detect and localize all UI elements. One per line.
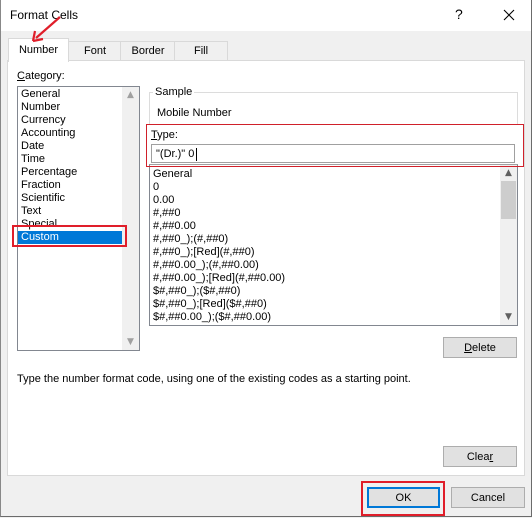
category-item-number[interactable]: Number xyxy=(18,101,139,114)
tab-font-label: Font xyxy=(83,45,106,57)
format-code-item[interactable]: $#,##0_);($#,##0) xyxy=(150,285,517,298)
category-label-text: ategory: xyxy=(24,70,65,82)
sample-value: Mobile Number xyxy=(157,107,232,119)
format-code-item[interactable]: #,##0_);(#,##0) xyxy=(150,233,517,246)
format-code-item[interactable]: #,##0.00_);(#,##0.00) xyxy=(150,259,517,272)
scroll-up-icon[interactable]: ▲ xyxy=(122,90,139,100)
category-item-accounting[interactable]: Accounting xyxy=(18,127,139,140)
category-list[interactable]: General Number Currency Accounting Date Time P… xyxy=(17,86,140,351)
clear-accel: r xyxy=(489,451,494,463)
format-code-item[interactable]: #,##0.00 xyxy=(150,220,517,233)
category-item-time[interactable]: Time xyxy=(18,153,139,166)
type-input-value: "(Dr.)" 0 xyxy=(156,148,195,160)
category-item-special[interactable]: Special xyxy=(18,218,139,231)
format-cells-dialog: Format Cells ? Number Font Border Fill C… xyxy=(0,0,532,517)
format-code-item[interactable]: $#,##0_);[Red]($#,##0) xyxy=(150,298,517,311)
sample-label: Sample xyxy=(153,86,195,98)
delete-label: elete xyxy=(472,342,496,354)
format-code-item[interactable]: 0.00 xyxy=(150,194,517,207)
type-label-text: ype: xyxy=(157,129,178,141)
tab-border[interactable]: Border xyxy=(120,41,176,61)
ok-button[interactable]: OK xyxy=(367,487,440,508)
tab-border-label: Border xyxy=(131,45,165,57)
delete-button[interactable]: Delete xyxy=(443,337,517,358)
scroll-up-icon[interactable]: ▲ xyxy=(500,168,517,178)
category-item-percentage[interactable]: Percentage xyxy=(18,166,139,179)
format-code-item[interactable]: #,##0.00_);[Red](#,##0.00) xyxy=(150,272,517,285)
tab-fill-label: Fill xyxy=(193,45,209,57)
format-code-item[interactable]: General xyxy=(150,168,517,181)
text-caret xyxy=(196,147,198,161)
category-item-fraction[interactable]: Fraction xyxy=(18,179,139,192)
format-code-list[interactable]: General 0 0.00 #,##0 #,##0.00 #,##0_);(#,##0)… xyxy=(149,164,518,326)
format-code-item[interactable]: #,##0 xyxy=(150,207,517,220)
category-scrollbar[interactable]: ▲ ▼ xyxy=(122,87,139,350)
category-items: General Number Currency Accounting Date Time P… xyxy=(18,87,139,244)
help-button[interactable]: ? xyxy=(455,6,463,22)
category-accel: C xyxy=(17,70,25,82)
annotation-arrow-icon xyxy=(31,16,61,43)
clear-button[interactable]: Clear xyxy=(443,446,517,467)
clear-label: Clea xyxy=(466,451,490,463)
format-code-item[interactable]: #,##0_);[Red](#,##0) xyxy=(150,246,517,259)
close-icon[interactable] xyxy=(497,4,521,26)
format-code-item[interactable]: 0 xyxy=(150,181,517,194)
cancel-button[interactable]: Cancel xyxy=(451,487,525,508)
scroll-down-icon[interactable]: ▼ xyxy=(122,337,139,347)
tab-font[interactable]: Font xyxy=(68,41,122,61)
delete-accel: D xyxy=(464,342,473,354)
format-code-items: General 0 0.00 #,##0 #,##0.00 #,##0_);(#,##0)… xyxy=(150,165,517,324)
type-input[interactable]: "(Dr.)" 0 xyxy=(151,144,515,163)
category-item-text[interactable]: Text xyxy=(18,205,139,218)
category-label: Category: xyxy=(17,70,65,82)
hint-text: Type the number format code, using one o… xyxy=(17,373,411,385)
category-item-custom[interactable]: Custom xyxy=(18,231,125,244)
scroll-thumb[interactable] xyxy=(501,181,516,219)
type-label: Type: xyxy=(151,129,178,141)
category-item-date[interactable]: Date xyxy=(18,140,139,153)
tab-fill[interactable]: Fill xyxy=(174,41,228,61)
category-item-currency[interactable]: Currency xyxy=(18,114,139,127)
scroll-down-icon[interactable]: ▼ xyxy=(500,312,517,322)
category-item-scientific[interactable]: Scientific xyxy=(18,192,139,205)
format-list-scrollbar[interactable]: ▲ ▼ xyxy=(500,165,517,325)
category-item-general[interactable]: General xyxy=(18,88,139,101)
number-tab-panel: Category: General Number Currency Accountin… xyxy=(7,60,525,476)
format-code-item[interactable]: $#,##0.00_);($#,##0.00) xyxy=(150,311,517,324)
title-bar: Format Cells ? xyxy=(1,0,531,31)
